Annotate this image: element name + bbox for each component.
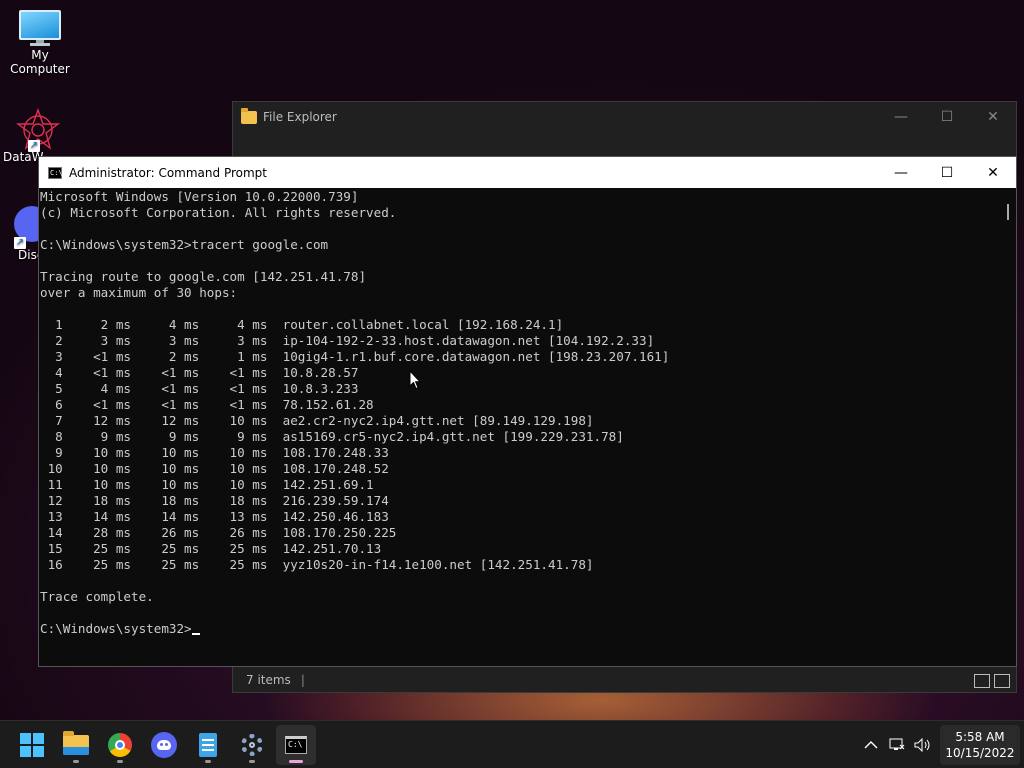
console-line: 2 3 ms 3 ms 3 ms ip-104-192-2-33.host.da… bbox=[40, 333, 655, 348]
gear-icon bbox=[241, 734, 263, 756]
chrome-icon bbox=[108, 733, 132, 757]
command-prompt-window[interactable]: C:\ Administrator: Command Prompt — ☐ ✕ … bbox=[38, 156, 1017, 667]
console-prompt-line[interactable]: C:\Windows\system32> bbox=[40, 621, 1000, 637]
explorer-status-bar: 7 items | bbox=[233, 668, 1016, 692]
desktop-icon-label: My Computer bbox=[10, 48, 70, 76]
datawagon-logo-icon: ↗ bbox=[14, 106, 62, 154]
taskbar: C:\ 5:58 AM 10/15/2022 bbox=[0, 720, 1024, 768]
maximize-button[interactable]: ☐ bbox=[924, 102, 970, 132]
folder-icon bbox=[63, 731, 89, 755]
tiles-view-icon[interactable] bbox=[994, 674, 1010, 688]
discord-icon bbox=[151, 732, 177, 758]
details-view-icon[interactable] bbox=[974, 674, 990, 688]
taskbar-chrome[interactable] bbox=[100, 725, 140, 765]
close-button[interactable]: ✕ bbox=[970, 102, 1016, 132]
monitor-icon bbox=[19, 10, 61, 46]
console-line: 14 28 ms 26 ms 26 ms 108.170.250.225 bbox=[40, 525, 397, 540]
chevron-up-icon[interactable] bbox=[858, 733, 884, 757]
network-icon[interactable] bbox=[884, 733, 910, 757]
close-button[interactable]: ✕ bbox=[970, 157, 1016, 188]
console-line: Trace complete. bbox=[40, 589, 154, 604]
console-line: 15 25 ms 25 ms 25 ms 142.251.70.13 bbox=[40, 541, 382, 556]
start-button[interactable] bbox=[12, 725, 52, 765]
vertical-scrollbar[interactable] bbox=[1000, 188, 1016, 666]
console-line: 6 <1 ms <1 ms <1 ms 78.152.61.28 bbox=[40, 397, 374, 412]
minimize-button[interactable]: — bbox=[878, 157, 924, 188]
cmd-title: Administrator: Command Prompt bbox=[69, 165, 267, 180]
console-line: (c) Microsoft Corporation. All rights re… bbox=[40, 205, 397, 220]
console-line: 1 2 ms 4 ms 4 ms router.collabnet.local … bbox=[40, 317, 564, 332]
taskbar-discord[interactable] bbox=[144, 725, 184, 765]
desktop-icon-my-computer[interactable]: My Computer bbox=[0, 10, 80, 76]
notepad-icon bbox=[199, 733, 217, 757]
terminal-icon: C:\ bbox=[48, 166, 63, 179]
taskbar-command-prompt[interactable]: C:\ bbox=[276, 725, 316, 765]
console-prompt: C:\Windows\system32> bbox=[40, 621, 192, 636]
desktop-icon-discord[interactable]: ↗ Disc bbox=[0, 204, 50, 262]
console-line: 7 12 ms 12 ms 10 ms ae2.cr2-nyc2.ip4.gtt… bbox=[40, 413, 594, 428]
system-tray: 5:58 AM 10/15/2022 bbox=[858, 721, 1024, 768]
console-line: 4 <1 ms <1 ms <1 ms 10.8.28.57 bbox=[40, 365, 359, 380]
taskbar-settings[interactable] bbox=[232, 725, 272, 765]
folder-icon bbox=[241, 107, 257, 124]
mouse-pointer-icon bbox=[409, 370, 421, 390]
console-line: C:\Windows\system32>tracert google.com bbox=[40, 237, 329, 252]
cmd-titlebar[interactable]: C:\ Administrator: Command Prompt — ☐ ✕ bbox=[39, 157, 1016, 188]
shortcut-arrow-icon: ↗ bbox=[28, 140, 40, 152]
console-line: 5 4 ms <1 ms <1 ms 10.8.3.233 bbox=[40, 381, 359, 396]
console-line: 13 14 ms 14 ms 13 ms 142.250.46.183 bbox=[40, 509, 389, 524]
scrollbar-thumb[interactable] bbox=[1007, 204, 1009, 220]
shortcut-arrow-icon: ↗ bbox=[14, 237, 26, 249]
explorer-title: File Explorer bbox=[263, 110, 337, 124]
console-output[interactable]: Microsoft Windows [Version 10.0.22000.73… bbox=[39, 188, 1000, 666]
taskbar-clock[interactable]: 5:58 AM 10/15/2022 bbox=[940, 725, 1020, 765]
console-lines: Microsoft Windows [Version 10.0.22000.73… bbox=[40, 189, 1000, 621]
clock-date: 10/15/2022 bbox=[945, 746, 1015, 760]
console-line: 11 10 ms 10 ms 10 ms 142.251.69.1 bbox=[40, 477, 374, 492]
terminal-icon: C:\ bbox=[285, 736, 307, 754]
taskbar-file-explorer[interactable] bbox=[56, 725, 96, 765]
windows-logo-icon bbox=[20, 733, 44, 757]
console-line: 16 25 ms 25 ms 25 ms yyz10s20-in-f14.1e1… bbox=[40, 557, 594, 572]
discord-icon: ↗ bbox=[0, 204, 50, 249]
console-line: 3 <1 ms 2 ms 1 ms 10gig4-1.r1.buf.core.d… bbox=[40, 349, 670, 364]
console-line: 10 10 ms 10 ms 10 ms 108.170.248.52 bbox=[40, 461, 389, 476]
maximize-button[interactable]: ☐ bbox=[924, 157, 970, 188]
console-line: 9 10 ms 10 ms 10 ms 108.170.248.33 bbox=[40, 445, 389, 460]
item-count: 7 items bbox=[246, 673, 291, 687]
minimize-button[interactable]: — bbox=[878, 102, 924, 132]
clock-time: 5:58 AM bbox=[955, 730, 1005, 744]
console-line: 8 9 ms 9 ms 9 ms as15169.cr5-nyc2.ip4.gt… bbox=[40, 429, 624, 444]
desktop-icon-label: Disc bbox=[18, 248, 44, 262]
taskbar-notepad[interactable] bbox=[188, 725, 228, 765]
console-line: Microsoft Windows [Version 10.0.22000.73… bbox=[40, 189, 359, 204]
status-separator: | bbox=[300, 673, 305, 687]
console-line: Tracing route to google.com [142.251.41.… bbox=[40, 269, 367, 284]
console-line: over a maximum of 30 hops: bbox=[40, 285, 238, 300]
console-line: 12 18 ms 18 ms 18 ms 216.239.59.174 bbox=[40, 493, 389, 508]
text-cursor bbox=[191, 633, 200, 635]
volume-icon[interactable] bbox=[910, 733, 936, 757]
